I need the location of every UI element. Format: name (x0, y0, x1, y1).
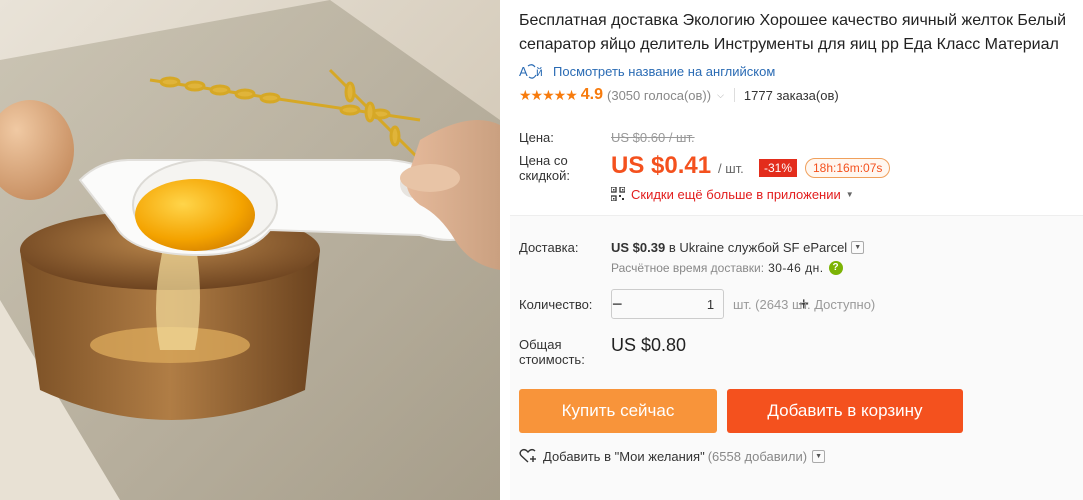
shipping-label: Доставка: (519, 240, 579, 255)
wishlist-count: (6558 добавили) (707, 448, 808, 464)
shipping-cost: US $0.39 (611, 240, 666, 255)
shipping-by-word: службой (724, 240, 783, 255)
rating-votes[interactable]: (3050 голоса(ов)) (607, 88, 711, 103)
countdown-timer: 18h:16m:07s (805, 158, 891, 178)
delivery-estimate: Расчётное время доставки: 30-46 дн. ? (611, 261, 843, 275)
translate-link[interactable]: A й Посмотреть название на английском (519, 62, 775, 80)
svg-text:A: A (519, 64, 528, 79)
rating-value: 4.9 (580, 86, 604, 103)
add-to-cart-button[interactable]: Добавить в корзину (727, 389, 963, 433)
rating-stars-icon: ★★★★★ (519, 86, 578, 103)
product-title-line-2: сепаратор яйцо делитель Инструменты для … (519, 36, 1059, 53)
caret-down-icon[interactable]: ▼ (846, 190, 854, 199)
egg-separator-photo (0, 0, 500, 500)
divider (733, 88, 735, 102)
product-image[interactable] (0, 0, 500, 500)
quantity-label: Количество: (519, 297, 593, 312)
translate-link-label[interactable]: Посмотреть название на английском (553, 64, 775, 79)
shipping-country[interactable]: Ukraine (679, 240, 724, 255)
sale-price-label-line-1: Цена со (519, 153, 568, 168)
translate-icon: A й (519, 62, 545, 80)
total-label: Общая стоимость: (519, 337, 585, 367)
shipping-to-word: в (665, 240, 680, 255)
qr-code-icon (611, 187, 625, 201)
per-unit-label: / шт. (718, 161, 744, 176)
total-label-line-2: стоимость: (519, 352, 585, 367)
wishlist-dropdown-icon[interactable]: ▼ (812, 449, 826, 463)
app-discount-label[interactable]: Скидки ещё больше в приложении (631, 187, 841, 202)
quantity-decrease-button[interactable]: − (612, 290, 623, 318)
shipping-service[interactable]: SF eParcel (783, 240, 847, 255)
order-count: 1777 заказа(ов) (743, 87, 839, 103)
shipping-dropdown-icon[interactable]: ▼ (851, 241, 865, 254)
quantity-stepper: − + (611, 289, 809, 319)
buy-now-button[interactable]: Купить сейчас (519, 389, 717, 433)
product-title: Бесплатная доставка Экологию Хорошее кач… (519, 9, 1083, 57)
original-price: US $0.60 / шт. (611, 130, 695, 145)
product-info-panel: Бесплатная доставка Экологию Хорошее кач… (510, 0, 1083, 500)
sale-price: US $0.41 (611, 152, 712, 179)
rating-row: ★★★★★ 4.9 (3050 голоса(ов)) ⌵ 1777 заказ… (519, 85, 839, 105)
total-price: US $0.80 (611, 335, 687, 355)
product-title-line-1: Бесплатная доставка Экологию Хорошее кач… (519, 12, 1067, 29)
sale-price-label: Цена со скидкой: (519, 153, 570, 183)
wishlist-label[interactable]: Добавить в "Мои желания" (543, 449, 705, 464)
delivery-estimate-label: Расчётное время доставки: (611, 261, 765, 275)
app-discount-promo[interactable]: Скидки ещё больше в приложении ▼ (611, 185, 854, 203)
svg-text:й: й (536, 65, 543, 79)
help-icon[interactable]: ? (828, 261, 843, 275)
price-label: Цена: (519, 130, 554, 145)
chevron-down-icon[interactable]: ⌵ (717, 90, 724, 101)
delivery-estimate-days: 30-46 дн. (768, 261, 824, 275)
discount-badge: -31% (759, 159, 798, 177)
sale-price-label-line-2: скидкой: (519, 168, 570, 183)
quantity-available: шт. (2643 шт. Доступно) (733, 297, 876, 312)
heart-plus-icon (519, 448, 536, 463)
total-label-line-1: Общая (519, 337, 562, 352)
shipping-info: US $0.39 в Ukraine службой SF eParcel ▼ (611, 240, 865, 255)
wishlist-row[interactable]: Добавить в "Мои желания" (6558 добавили)… (519, 447, 826, 465)
